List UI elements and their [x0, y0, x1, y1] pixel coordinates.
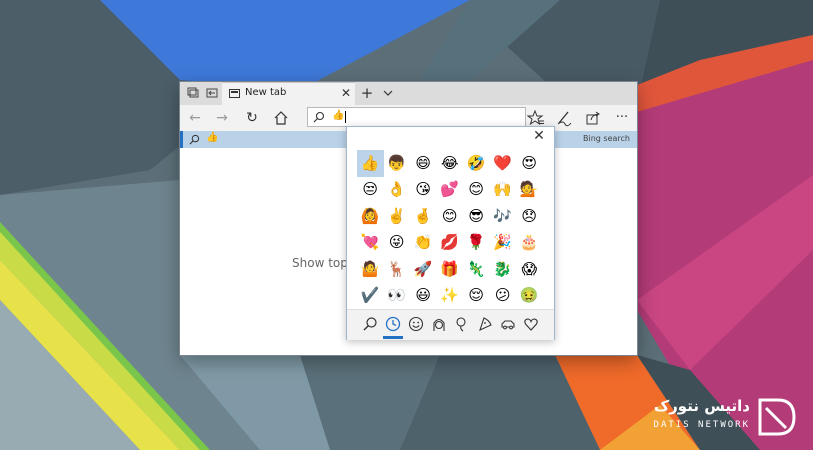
emoji-cell[interactable]: 😄	[410, 150, 437, 177]
food-icon[interactable]	[476, 315, 494, 333]
address-emoji: 👍	[332, 110, 345, 121]
logo-mark-icon	[758, 398, 796, 436]
tabs-aside-glyph	[206, 88, 218, 98]
emoji-cell[interactable]: 🎁	[437, 256, 464, 283]
emoji-cell[interactable]: 🎶	[490, 203, 517, 230]
emoji-cell[interactable]: 🌹	[463, 230, 490, 257]
emoji-cell[interactable]: 😘	[410, 177, 437, 204]
emoji-cell[interactable]: 🚀	[410, 256, 437, 283]
tab-bar: New tab ✕ +	[180, 82, 637, 105]
emoji-cell[interactable]: ✌️	[384, 203, 411, 230]
tab-new-tab[interactable]: New tab ✕	[222, 82, 355, 105]
emoji-cell[interactable]: 👌	[384, 177, 411, 204]
emoji-cell[interactable]: 💘	[357, 230, 384, 257]
emoji-cell[interactable]: 😂	[437, 150, 464, 177]
logo-title: داتیس نتورک	[653, 397, 750, 415]
set-aside-tabs-icon[interactable]	[185, 85, 201, 101]
emoji-cell[interactable]: ✔️	[357, 283, 384, 310]
car-glyph	[501, 320, 515, 330]
emoji-cell[interactable]: 😞	[516, 203, 543, 230]
suggestion-emoji: 👍	[206, 132, 219, 143]
emoji-cell[interactable]: 😜	[384, 230, 411, 257]
emoji-cell[interactable]: 🙆	[357, 203, 384, 230]
bing-search-label: Bing search	[583, 134, 630, 143]
emoji-cell[interactable]: 🐉	[490, 256, 517, 283]
address-bar-input[interactable]: 👍	[307, 107, 526, 127]
emoji-cell[interactable]: 🤣	[463, 150, 490, 177]
pen-icon[interactable]	[555, 109, 573, 127]
emoji-cell[interactable]: 👏	[410, 230, 437, 257]
tab-title: New tab	[245, 87, 287, 98]
people-face-icon[interactable]	[430, 315, 448, 333]
close-icon[interactable]: ✕	[532, 129, 546, 143]
car-icon[interactable]	[499, 315, 517, 333]
emoji-cell[interactable]: 🎉	[490, 230, 517, 257]
search-glyph	[363, 317, 377, 331]
newtab-page-icon	[229, 89, 240, 98]
home-icon[interactable]	[272, 109, 290, 127]
emoji-cell[interactable]: 😍	[516, 150, 543, 177]
favorites-glyph	[526, 109, 544, 126]
celebration-icon[interactable]	[453, 315, 471, 333]
chevron-down-glyph	[383, 90, 393, 96]
emoji-cell[interactable]: ✨	[437, 283, 464, 310]
back-arrow-icon[interactable]: ←	[186, 109, 204, 127]
chevron-down-icon[interactable]	[381, 85, 395, 101]
emoji-cell[interactable]: 😱	[516, 256, 543, 283]
heart-glyph	[524, 318, 538, 331]
new-tab-plus-icon[interactable]: +	[360, 83, 374, 103]
heart-icon[interactable]	[522, 315, 540, 333]
smiley-face-icon[interactable]	[407, 315, 425, 333]
emoji-panel: ✕ 👍 👦 😄 😂 🤣 ❤️ 😍 😒 👌 😘 💕 😊 🙌 💁 🙆 ✌️ 🤞 😊 😎 🎶 😞 💘 😜 👏 💋 🌹 🎉 🎂 🤷 🦌 🚀 🎁 🦎 🐉 😱 ✔…	[346, 126, 555, 340]
favorites-icon[interactable]	[526, 109, 545, 127]
food-glyph	[479, 317, 492, 332]
emoji-cell[interactable]: 💁	[516, 177, 543, 204]
emoji-cell[interactable]: 🎂	[516, 230, 543, 257]
recent-clock-icon[interactable]	[384, 315, 402, 333]
search-icon	[313, 111, 325, 123]
emoji-cell[interactable]: 😒	[357, 177, 384, 204]
pen-glyph	[557, 111, 572, 127]
emoji-cell[interactable]: 💋	[437, 230, 464, 257]
celebration-glyph	[456, 317, 466, 332]
text-caret	[345, 111, 346, 123]
clock-glyph	[385, 316, 401, 332]
emoji-cell[interactable]: 😕	[490, 283, 517, 310]
emoji-cell[interactable]: 😎	[463, 203, 490, 230]
emoji-cell[interactable]: 😊	[437, 203, 464, 230]
emoji-cell[interactable]: 🤷	[357, 256, 384, 283]
emoji-cell[interactable]: 😊	[463, 177, 490, 204]
emoji-grid: 👍 👦 😄 😂 🤣 ❤️ 😍 😒 👌 😘 💕 😊 🙌 💁 🙆 ✌️ 🤞 😊 😎 🎶 😞 💘 😜 👏 💋 🌹 🎉 🎂 🤷 🦌 🚀 🎁 🦎 🐉 😱 ✔️ 👀…	[357, 150, 543, 309]
logo-subtitle: DATIS NETWORK	[653, 420, 750, 430]
suggestion-highlight-bar	[180, 131, 183, 148]
set-aside-tabs-glyph	[187, 87, 199, 98]
emoji-cell[interactable]: 😃	[410, 283, 437, 310]
emoji-cell[interactable]: 👀	[384, 283, 411, 310]
emoji-cell[interactable]: 👦	[384, 150, 411, 177]
emoji-cell[interactable]: ❤️	[490, 150, 517, 177]
emoji-cell[interactable]: 😌	[463, 283, 490, 310]
emoji-cell[interactable]: 👍	[357, 150, 384, 177]
search-icon	[189, 134, 200, 145]
emoji-cell[interactable]: 💕	[437, 177, 464, 204]
refresh-icon[interactable]: ↻	[243, 109, 261, 127]
tab-close-icon[interactable]: ✕	[340, 85, 352, 101]
share-glyph	[586, 111, 600, 125]
emoji-cell[interactable]: 🤞	[410, 203, 437, 230]
emoji-category-bar	[347, 309, 554, 340]
tabs-aside-icon[interactable]	[204, 85, 220, 101]
forward-arrow-icon[interactable]: →	[213, 109, 231, 127]
share-icon[interactable]	[584, 109, 602, 127]
search-icon[interactable]	[361, 315, 379, 333]
watermark-logo: داتیس نتورک DATIS NETWORK	[640, 395, 810, 440]
home-glyph	[274, 111, 288, 125]
emoji-cell[interactable]: 🤢	[516, 283, 543, 310]
smiley-glyph	[408, 316, 424, 332]
active-category-indicator	[383, 336, 403, 339]
emoji-cell[interactable]: 🦌	[384, 256, 411, 283]
people-glyph	[433, 318, 445, 331]
emoji-cell[interactable]: 🙌	[490, 177, 517, 204]
more-ellipsis-icon[interactable]: ···	[613, 109, 631, 127]
emoji-cell[interactable]: 🦎	[463, 256, 490, 283]
